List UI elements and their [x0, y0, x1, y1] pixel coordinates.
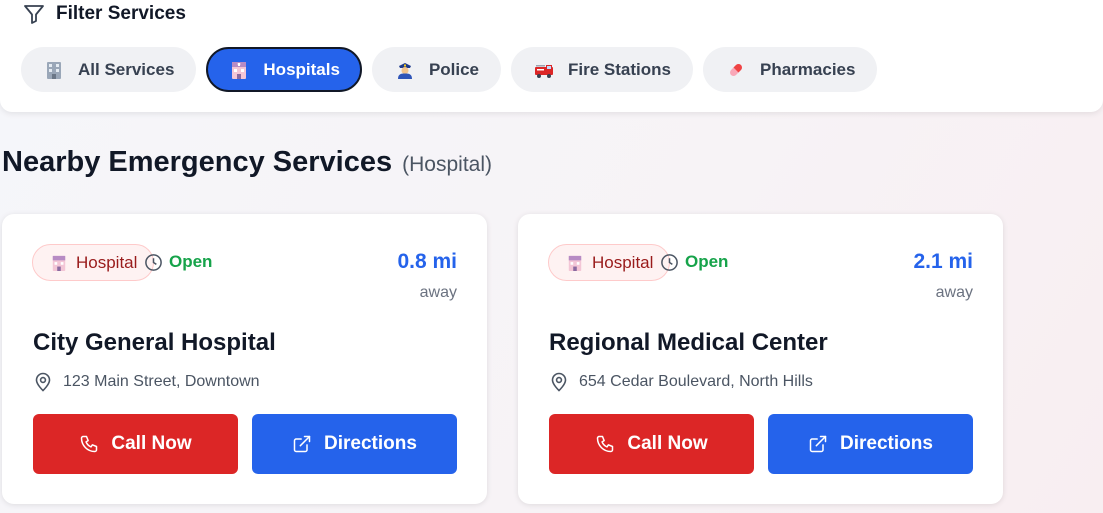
hospital-icon	[567, 254, 583, 272]
service-type-label: Hospital	[592, 252, 654, 272]
filter-title: Filter Services	[56, 3, 186, 24]
status-indicator: Open	[144, 252, 212, 272]
chip-label: Hospitals	[263, 59, 340, 79]
distance-suffix: away	[419, 284, 457, 301]
directions-button[interactable]: Directions	[768, 414, 973, 474]
phone-icon	[79, 434, 99, 454]
service-card: Hospital Open 2.1 mi away Regional Medic…	[518, 214, 1003, 504]
chip-police[interactable]: Police	[371, 47, 502, 92]
page-title: Nearby Emergency Services	[2, 146, 393, 178]
chip-fire-stations[interactable]: Fire Stations	[511, 47, 693, 92]
hospital-icon	[229, 60, 249, 80]
hospital-icon	[51, 254, 67, 272]
police-officer-icon	[395, 60, 415, 80]
service-type-label: Hospital	[76, 252, 138, 272]
chip-label: Police	[428, 59, 480, 79]
pill-icon	[726, 60, 746, 80]
map-pin-icon	[34, 372, 52, 392]
chip-label: All Services	[78, 59, 175, 79]
call-now-label: Call Now	[627, 433, 708, 454]
map-pin-icon	[550, 372, 568, 392]
call-now-button[interactable]: Call Now	[33, 414, 238, 474]
chip-label: Fire Stations	[568, 59, 671, 79]
fire-engine-icon	[534, 60, 554, 80]
service-name: City General Hospital	[33, 329, 276, 356]
directions-label: Directions	[324, 433, 417, 454]
call-now-label: Call Now	[111, 433, 192, 454]
chip-hospitals[interactable]: Hospitals	[206, 47, 362, 92]
distance: 0.8 mi away	[397, 250, 457, 302]
chip-pharmacies[interactable]: Pharmacies	[703, 47, 878, 92]
section-heading: Nearby Emergency Services (Hospital)	[2, 146, 492, 179]
status-text: Open	[685, 252, 729, 271]
directions-button[interactable]: Directions	[252, 414, 457, 474]
service-type-badge: Hospital	[548, 244, 671, 281]
status-text: Open	[169, 252, 213, 271]
address: 123 Main Street, Downtown	[34, 372, 260, 392]
address-text: 123 Main Street, Downtown	[63, 373, 260, 390]
address-text: 654 Cedar Boulevard, North Hills	[579, 373, 813, 390]
active-filter-label: (Hospital)	[402, 153, 492, 176]
address: 654 Cedar Boulevard, North Hills	[550, 372, 813, 392]
external-link-icon	[292, 434, 312, 454]
service-card: Hospital Open 0.8 mi away City General H…	[2, 214, 487, 504]
clock-icon	[144, 253, 163, 272]
filter-icon	[22, 2, 46, 26]
clock-icon	[660, 253, 679, 272]
filter-panel: Filter Services All Services Hospitals P…	[0, 0, 1103, 112]
distance-value: 2.1 mi	[913, 250, 973, 273]
service-type-badge: Hospital	[32, 244, 155, 281]
filter-chips: All Services Hospitals Police Fire Stati…	[21, 47, 878, 92]
chip-all-services[interactable]: All Services	[21, 47, 197, 92]
service-name: Regional Medical Center	[549, 329, 828, 356]
distance-suffix: away	[935, 284, 973, 301]
external-link-icon	[808, 434, 828, 454]
filter-header: Filter Services	[22, 2, 186, 26]
call-now-button[interactable]: Call Now	[549, 414, 754, 474]
status-indicator: Open	[660, 252, 728, 272]
distance: 2.1 mi away	[913, 250, 973, 302]
chip-label: Pharmacies	[760, 59, 856, 79]
phone-icon	[595, 434, 615, 454]
building-icon	[44, 60, 64, 80]
directions-label: Directions	[840, 433, 933, 454]
distance-value: 0.8 mi	[397, 250, 457, 273]
